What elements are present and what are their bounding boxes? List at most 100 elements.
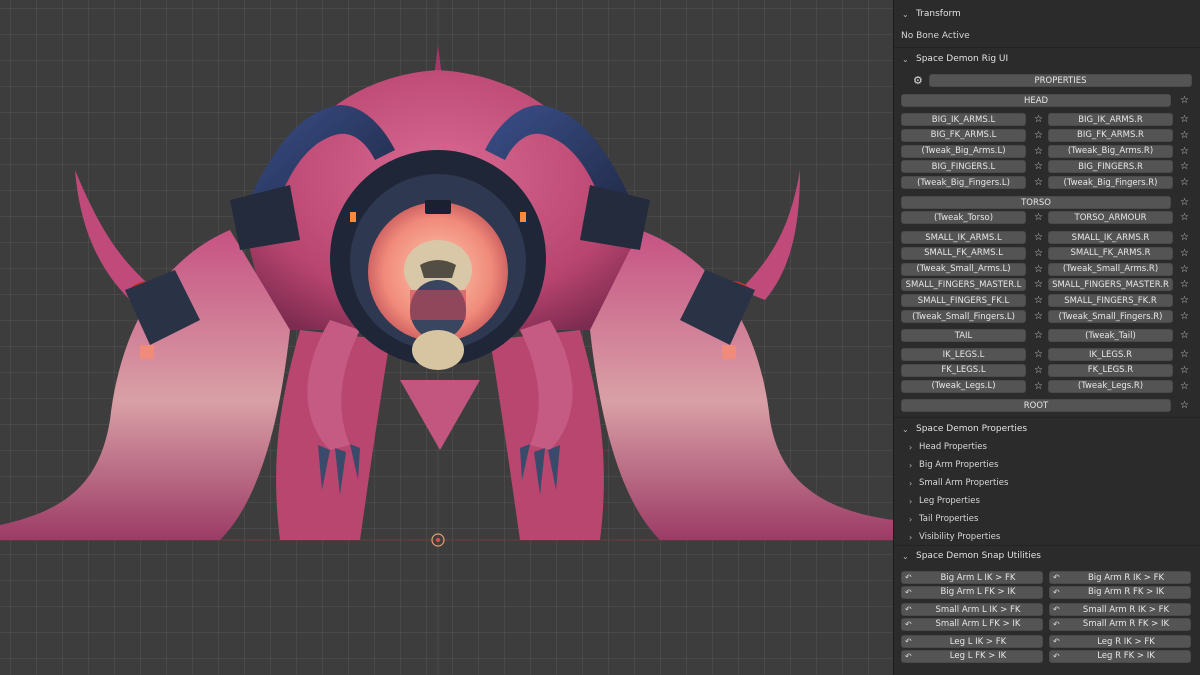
rig-layer-button[interactable]: TORSO_ARMOUR xyxy=(1048,211,1173,224)
star-icon[interactable]: ☆ xyxy=(1032,231,1045,244)
snap-button[interactable]: ↶ Big Arm R FK > IK xyxy=(1049,585,1191,599)
rig-layer-button[interactable]: SMALL_IK_ARMS.R xyxy=(1048,231,1173,244)
properties-subpanel-2[interactable]: › Small Arm Properties xyxy=(909,476,1008,490)
rig-layer-button[interactable]: SMALL_FK_ARMS.L xyxy=(901,246,1026,260)
rig-layer-button[interactable]: BIG_FINGERS.L xyxy=(901,160,1026,174)
rig-layer-button[interactable]: (Tweak_Small_Arms.L) xyxy=(901,262,1026,276)
snap-button[interactable]: ↶ Leg L FK > IK xyxy=(901,649,1043,663)
star-icon[interactable]: ☆ xyxy=(1032,263,1045,276)
star-icon[interactable]: ☆ xyxy=(1178,380,1191,393)
snap-button[interactable]: ↶ Small Arm L FK > IK xyxy=(901,617,1043,631)
rig-layer-button[interactable]: FK_LEGS.L xyxy=(901,363,1026,377)
gear-icon[interactable]: ⚙ xyxy=(913,74,923,87)
snap-panel-title: Space Demon Snap Utilities xyxy=(916,551,1041,561)
rig-layer-button[interactable]: (Tweak_Big_Fingers.R) xyxy=(1048,176,1173,190)
star-icon[interactable]: ☆ xyxy=(1178,113,1191,126)
snap-button[interactable]: ↶ Big Arm L IK > FK xyxy=(901,571,1043,584)
rig-layer-button[interactable]: IK_LEGS.L xyxy=(901,348,1026,361)
rig-layer-button[interactable]: (Tweak_Small_Fingers.R) xyxy=(1048,310,1173,323)
rig-layer-button[interactable]: SMALL_FINGERS_FK.R xyxy=(1048,294,1173,308)
snap-button[interactable]: ↶ Small Arm R FK > IK xyxy=(1049,617,1191,631)
rig-layer-button[interactable]: BIG_IK_ARMS.R xyxy=(1048,113,1173,126)
subpanel-label: Leg Properties xyxy=(919,496,980,506)
rig-layer-button[interactable]: (Tweak_Small_Arms.R) xyxy=(1048,262,1173,276)
star-icon[interactable]: ☆ xyxy=(1178,247,1191,260)
rig-ui-panel-header[interactable]: ⌄ Space Demon Rig UI xyxy=(894,50,1200,68)
properties-subpanel-3[interactable]: › Leg Properties xyxy=(909,494,980,508)
snap-button[interactable]: ↶ Small Arm L IK > FK xyxy=(901,603,1043,616)
star-icon[interactable]: ☆ xyxy=(1178,231,1191,244)
rig-layer-button[interactable]: SMALL_IK_ARMS.L xyxy=(901,231,1026,244)
rig-layer-button[interactable]: (Tweak_Big_Fingers.L) xyxy=(901,176,1026,190)
properties-subpanel-0[interactable]: › Head Properties xyxy=(909,440,987,454)
star-icon[interactable]: ☆ xyxy=(1178,176,1191,189)
snap-button[interactable]: ↶ Big Arm R IK > FK xyxy=(1049,571,1191,584)
rig-layer-button[interactable]: (Tweak_Torso) xyxy=(901,211,1026,224)
star-icon[interactable]: ☆ xyxy=(1178,129,1191,142)
star-icon[interactable]: ☆ xyxy=(1032,329,1045,342)
head-button[interactable]: HEAD xyxy=(901,94,1171,107)
rig-layer-button[interactable]: (Tweak_Legs.L) xyxy=(901,379,1026,393)
star-icon[interactable]: ☆ xyxy=(1178,364,1191,377)
properties-button[interactable]: PROPERTIES xyxy=(929,74,1192,87)
properties-subpanel-1[interactable]: › Big Arm Properties xyxy=(909,458,998,472)
star-icon[interactable]: ☆ xyxy=(1032,160,1045,173)
star-icon[interactable]: ☆ xyxy=(1032,211,1045,224)
star-icon[interactable]: ☆ xyxy=(1032,380,1045,393)
rig-layer-button[interactable]: BIG_FK_ARMS.L xyxy=(901,128,1026,142)
star-icon[interactable]: ☆ xyxy=(1032,176,1045,189)
snap-button[interactable]: ↶ Small Arm R IK > FK xyxy=(1049,603,1191,616)
snap-magnet-icon: ↶ xyxy=(1053,637,1060,646)
rig-layer-button[interactable]: (Tweak_Small_Fingers.L) xyxy=(901,310,1026,323)
rig-layer-button[interactable]: SMALL_FK_ARMS.R xyxy=(1048,246,1173,260)
snap-button[interactable]: ↶ Leg R FK > IK xyxy=(1049,649,1191,663)
star-icon[interactable]: ☆ xyxy=(1032,310,1045,323)
rig-layer-button[interactable]: FK_LEGS.R xyxy=(1048,363,1173,377)
star-icon[interactable]: ☆ xyxy=(1032,348,1045,361)
rig-layer-button[interactable]: (Tweak_Big_Arms.R) xyxy=(1048,144,1173,158)
star-icon[interactable]: ☆ xyxy=(1032,294,1045,307)
star-icon[interactable]: ☆ xyxy=(1178,294,1191,307)
rig-layer-button[interactable]: TAIL xyxy=(901,329,1026,342)
star-icon[interactable]: ☆ xyxy=(1032,145,1045,158)
transform-panel-header[interactable]: ⌄ Transform xyxy=(894,5,1200,23)
rig-layer-button[interactable]: (Tweak_Tail) xyxy=(1048,329,1173,342)
star-icon[interactable]: ☆ xyxy=(1032,129,1045,142)
root-button[interactable]: ROOT xyxy=(901,399,1171,412)
rig-layer-button[interactable]: SMALL_FINGERS_FK.L xyxy=(901,294,1026,308)
star-icon[interactable]: ☆ xyxy=(1178,263,1191,276)
star-icon[interactable]: ☆ xyxy=(1178,399,1191,412)
snap-button[interactable]: ↶ Big Arm L FK > IK xyxy=(901,585,1043,599)
star-icon[interactable]: ☆ xyxy=(1032,364,1045,377)
star-icon[interactable]: ☆ xyxy=(1178,278,1191,291)
subpanel-label: Head Properties xyxy=(919,442,987,452)
snap-button[interactable]: ↶ Leg L IK > FK xyxy=(901,635,1043,648)
rig-layer-button[interactable]: SMALL_FINGERS_MASTER.R xyxy=(1048,278,1173,292)
rig-layer-button[interactable]: SMALL_FINGERS_MASTER.L xyxy=(901,278,1026,292)
star-icon[interactable]: ☆ xyxy=(1178,196,1191,209)
star-icon[interactable]: ☆ xyxy=(1032,278,1045,291)
star-icon[interactable]: ☆ xyxy=(1178,94,1191,107)
properties-subpanel-5[interactable]: › Visibility Properties xyxy=(909,530,1000,544)
rig-layer-button[interactable]: BIG_FK_ARMS.R xyxy=(1048,128,1173,142)
rig-layer-button[interactable]: (Tweak_Legs.R) xyxy=(1048,379,1173,393)
star-icon[interactable]: ☆ xyxy=(1032,113,1045,126)
star-icon[interactable]: ☆ xyxy=(1032,247,1045,260)
torso-button[interactable]: TORSO xyxy=(901,196,1171,209)
snap-panel-header[interactable]: ⌄ Space Demon Snap Utilities xyxy=(894,547,1200,565)
properties-subpanel-4[interactable]: › Tail Properties xyxy=(909,512,978,526)
star-icon[interactable]: ☆ xyxy=(1178,348,1191,361)
star-icon[interactable]: ☆ xyxy=(1178,211,1191,224)
rig-layer-button[interactable]: BIG_IK_ARMS.L xyxy=(901,113,1026,126)
rig-layer-button[interactable]: (Tweak_Big_Arms.L) xyxy=(901,144,1026,158)
star-icon[interactable]: ☆ xyxy=(1178,145,1191,158)
snap-magnet-icon: ↶ xyxy=(1053,587,1060,597)
star-icon[interactable]: ☆ xyxy=(1178,310,1191,323)
3d-viewport[interactable] xyxy=(0,0,893,675)
snap-button[interactable]: ↶ Leg R IK > FK xyxy=(1049,635,1191,648)
rig-layer-button[interactable]: BIG_FINGERS.R xyxy=(1048,160,1173,174)
rig-layer-button[interactable]: IK_LEGS.R xyxy=(1048,348,1173,361)
star-icon[interactable]: ☆ xyxy=(1178,160,1191,173)
star-icon[interactable]: ☆ xyxy=(1178,329,1191,342)
properties-panel-header[interactable]: ⌄ Space Demon Properties xyxy=(894,420,1200,438)
